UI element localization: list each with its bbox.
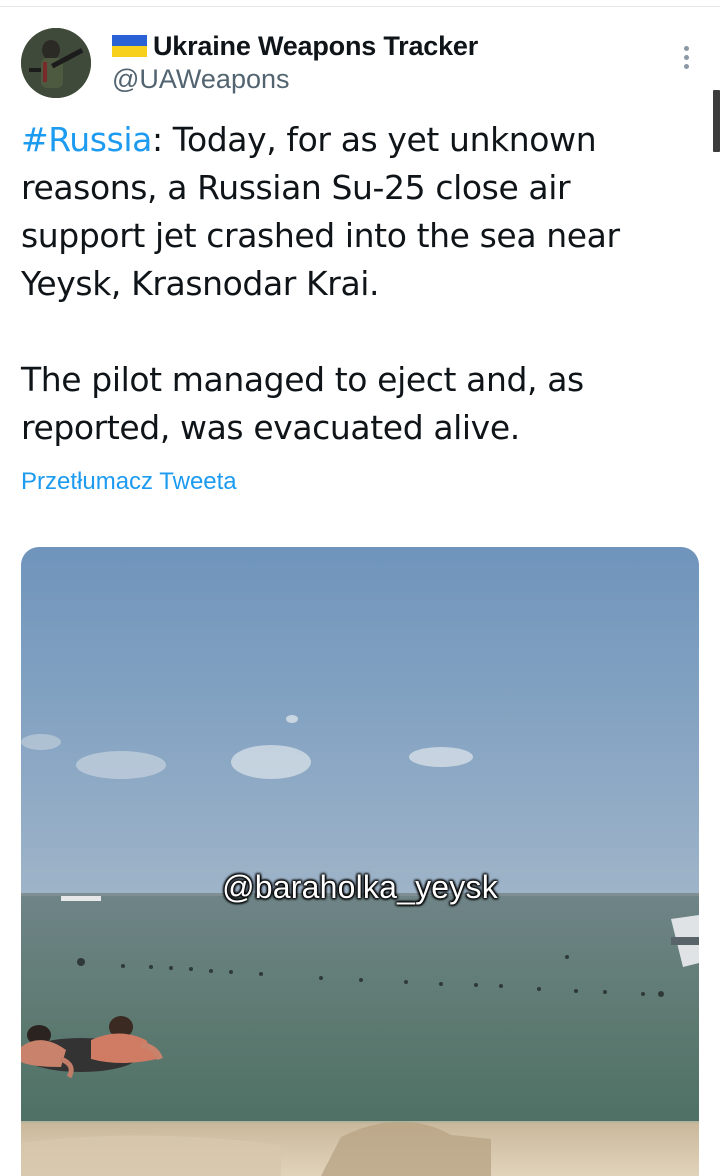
ukraine-flag-icon <box>112 35 147 57</box>
translate-tweet-link[interactable]: Przetłumacz Tweeta <box>21 468 237 496</box>
tweet-paragraph-2: The pilot managed to eject and, as repor… <box>21 360 584 447</box>
author-name-row[interactable]: Ukraine Weapons Tracker <box>112 28 478 64</box>
tweet-text: #Russia: Today, for as yet unknown reaso… <box>21 116 701 452</box>
tweet-paragraph-1: #Russia: Today, for as yet unknown reaso… <box>21 116 701 308</box>
video-frame <box>21 547 699 1176</box>
video-watermark: @baraholka_yeysk <box>222 869 498 905</box>
avatar-image <box>21 28 91 98</box>
user-handle[interactable]: @UAWeapons <box>112 64 290 95</box>
avatar[interactable] <box>21 28 91 98</box>
hashtag-link[interactable]: #Russia <box>21 120 152 159</box>
display-name[interactable]: Ukraine Weapons Tracker <box>153 31 478 62</box>
more-options-icon[interactable] <box>672 40 700 74</box>
scrollbar[interactable] <box>713 90 720 152</box>
tweet-video[interactable]: @baraholka_yeysk <box>21 547 699 1176</box>
top-divider <box>0 6 720 7</box>
